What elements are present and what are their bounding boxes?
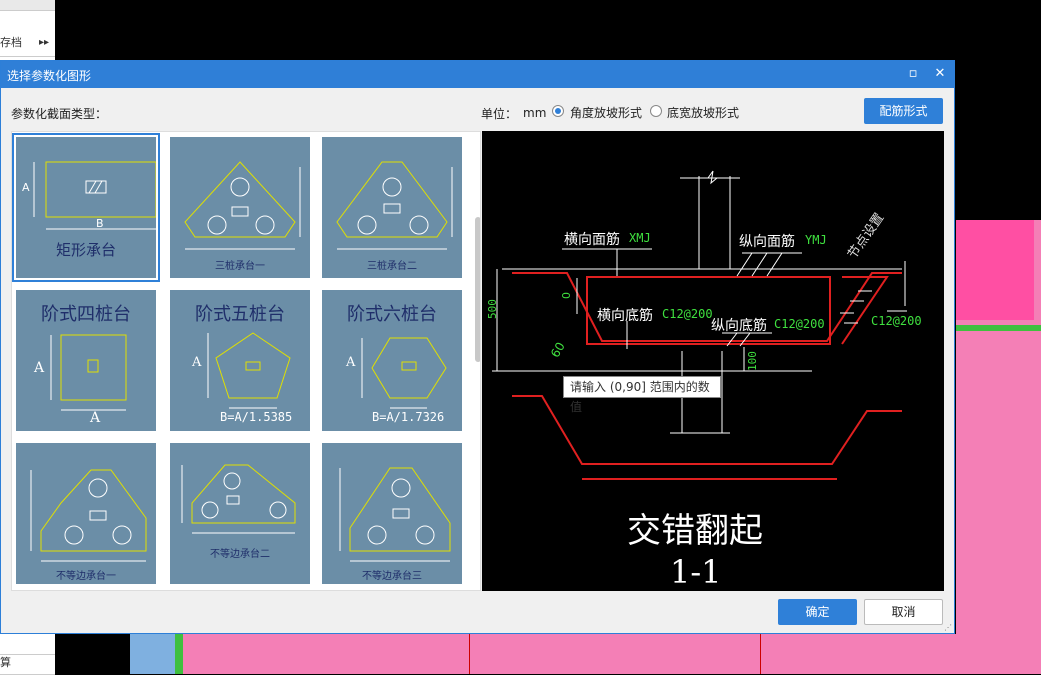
canvas-line [175, 634, 183, 674]
unit-value: mm [523, 106, 547, 120]
canvas-region [956, 220, 1034, 320]
radio-width-slope[interactable] [650, 105, 662, 117]
label-xdj-cn: 横向底筋 [597, 308, 653, 324]
shape-tile-four-pile[interactable]: 阶式四桩台 A A [16, 290, 156, 431]
canvas-region [183, 634, 1041, 674]
dim-0: 0 [560, 292, 573, 299]
input-range-tooltip: 请输入 (0,90] 范围内的数值 [563, 376, 721, 414]
label-xmj-cn: 横向面筋 [564, 232, 620, 248]
section-label: 1-1 [670, 553, 722, 591]
label-xmj-code: XMJ [629, 231, 651, 245]
dim-500: 500 [486, 299, 499, 319]
canvas-line [956, 325, 1041, 331]
unit-label: 单位： [481, 107, 518, 121]
double-chevron-right-icon[interactable]: ▸▸ [39, 30, 49, 56]
shape-tile-six-pile[interactable]: 阶式六桩台 A B=A/1.7326 [322, 290, 462, 431]
four-pile-label-b: A [90, 410, 101, 426]
shape-caption: 矩形承台 [55, 241, 116, 259]
dialog-title: 选择参数化图形 [7, 69, 92, 83]
five-pile-label-b: B=A/1.5385 [220, 410, 293, 424]
six-pile-label-a: A [346, 355, 356, 370]
shape-tile-three-pile-1[interactable]: 三桩承台一 [170, 137, 310, 278]
irregular-cap-diagram [30, 469, 147, 562]
label-ymj-cn: 纵向面筋 [739, 234, 795, 250]
label-xdj-code: C12@200 [662, 307, 713, 321]
shape-tile-irregular-1[interactable]: 不等边承台一 [16, 443, 156, 584]
shape-tile-three-pile-2[interactable]: 三桩承台二 [322, 137, 462, 278]
gallery-scrollbar[interactable] [475, 217, 480, 362]
rebar-preview: 横向面筋 XMJ 纵向面筋 YMJ 横向底筋 C12@200 纵向底筋 C12@… [482, 131, 944, 591]
radio-angle-slope[interactable] [552, 105, 564, 117]
shape-caption: 不等边承台三 [362, 571, 422, 582]
canvas-line [469, 634, 470, 674]
label-side-code: C12@200 [871, 314, 922, 328]
shape-caption: 三桩承台二 [367, 261, 417, 272]
background-row [0, 0, 55, 11]
radio-width-label[interactable]: 底宽放坡形式 [667, 104, 739, 121]
parametric-shape-dialog: 选择参数化图形 ▫ ✕ 参数化截面类型： 单位： mm 角度放坡形式 底宽放坡形… [0, 60, 955, 634]
archive-item[interactable]: 存档 ▸▸ [0, 30, 55, 57]
label-ydj-cn: 纵向底筋 [711, 318, 767, 334]
archive-label: 存档 [0, 36, 22, 49]
cancel-button[interactable]: 取消 [864, 599, 943, 625]
maximize-icon[interactable]: ▫ [904, 65, 922, 83]
irregular-cap-diagram [339, 467, 451, 562]
dim-100: 100 [746, 351, 759, 371]
five-pile-label-a: A [192, 355, 202, 370]
background-label: 算 [0, 656, 11, 669]
close-icon[interactable]: ✕ [931, 65, 949, 83]
shape-caption: 不等边承台一 [56, 571, 116, 582]
resize-grip-icon[interactable]: ⋰ [944, 623, 952, 632]
shape-caption: 不等边承台二 [210, 549, 270, 560]
shape-tile-five-pile[interactable]: 阶式五桩台 A B=A/1.5385 [170, 290, 310, 431]
irregular-cap-diagram [181, 464, 296, 534]
four-pile-label-a: A [34, 360, 45, 376]
rect-label-b: B [96, 217, 104, 230]
canvas-region [130, 634, 175, 674]
section-type-label: 参数化截面类型： [11, 107, 108, 121]
shape-gallery: A B 矩形承台 三桩承台一 三桩承台二 阶式四桩台 A A 阶式五桩台 A B… [11, 131, 481, 591]
shape-tile-irregular-3[interactable]: 不等边承台三 [322, 443, 462, 584]
shape-tile-irregular-2[interactable]: 不等边承台二 [170, 443, 310, 584]
preview-title: 交错翻起 [627, 511, 763, 551]
label-ymj-code: YMJ [805, 233, 827, 247]
shape-caption: 三桩承台一 [215, 261, 265, 272]
radio-angle-label[interactable]: 角度放坡形式 [570, 104, 642, 121]
canvas-line [760, 634, 761, 674]
label-ydj-code: C12@200 [774, 317, 825, 331]
shape-tile-rect[interactable]: A B 矩形承台 [12, 133, 160, 282]
ok-button[interactable]: 确定 [778, 599, 857, 625]
background-row: 算 [0, 654, 55, 675]
background-row [0, 636, 55, 655]
dialog-titlebar[interactable]: 选择参数化图形 ▫ ✕ [1, 61, 954, 88]
rect-label-a: A [22, 181, 30, 194]
rebar-form-button[interactable]: 配筋形式 [864, 98, 943, 124]
six-pile-label-b: B=A/1.7326 [372, 410, 445, 424]
